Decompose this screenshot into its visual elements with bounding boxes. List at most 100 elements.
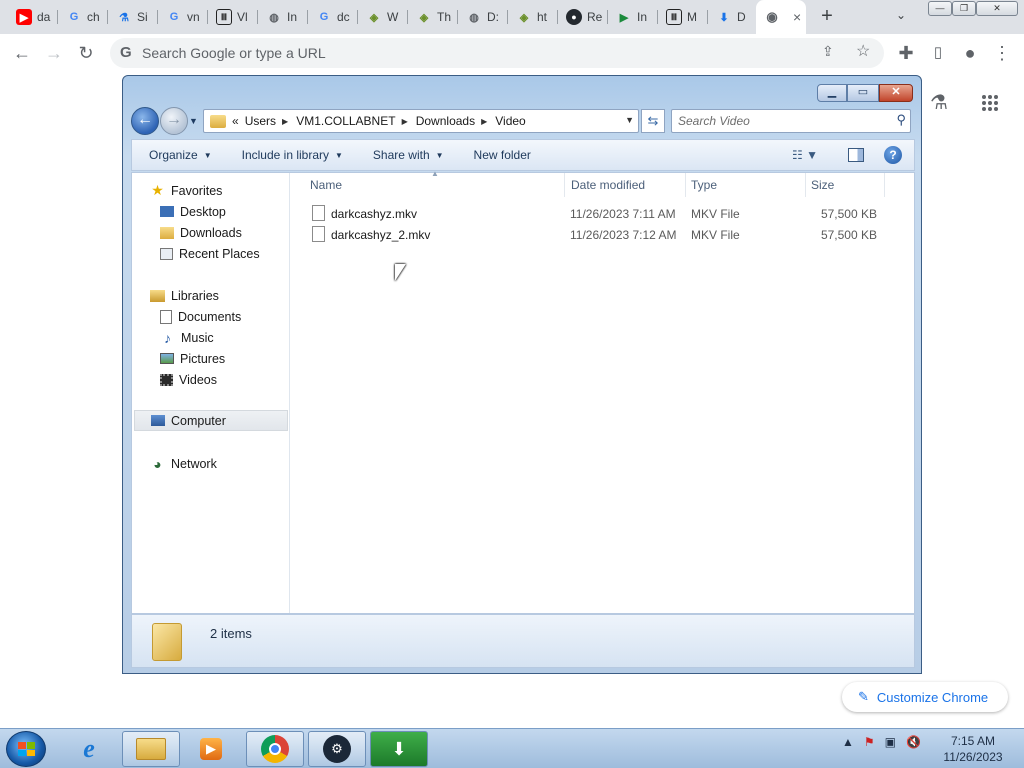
explorer-back-button[interactable]: ← — [131, 107, 159, 135]
organize-button[interactable]: Organize ▼ — [149, 148, 212, 162]
close-tab-icon[interactable]: × — [793, 9, 801, 25]
nav-videos[interactable]: Videos — [160, 369, 217, 390]
menu-kebab-icon[interactable]: ⋮ — [990, 41, 1014, 65]
column-type-header[interactable]: Type — [691, 178, 717, 192]
explorer-forward-button[interactable]: → — [160, 107, 188, 135]
labs-flask-icon[interactable]: ⚗ — [930, 90, 948, 115]
breadcrumb-vm1[interactable]: VM1.COLLABNET — [296, 114, 395, 128]
network-status-icon[interactable]: ▣ — [885, 735, 896, 749]
explorer-maximize-button[interactable]: ▭ — [847, 84, 879, 102]
file-row[interactable]: darkcashyz.mkv 11/26/2023 7:11 AM MKV Fi… — [292, 203, 914, 224]
tab-label: D — [737, 10, 746, 24]
breadcrumb-users[interactable]: Users — [245, 114, 276, 128]
nav-music[interactable]: ♪ Music — [160, 327, 214, 348]
tab-google[interactable]: G ch — [58, 4, 108, 30]
start-button[interactable] — [6, 731, 46, 767]
breadcrumb-arrow-icon[interactable]: ▶ — [282, 117, 288, 126]
show-hidden-icons-icon[interactable]: ▲ — [842, 735, 854, 749]
tab-google[interactable]: G vn — [158, 4, 208, 30]
omnibox[interactable]: G ⇪ ☆ — [110, 38, 884, 68]
preview-pane-icon[interactable] — [848, 148, 864, 162]
extensions-puzzle-icon[interactable]: ✚ — [894, 41, 918, 65]
tab-google[interactable]: G dc — [308, 4, 358, 30]
explorer-minimize-button[interactable]: ▁ — [817, 84, 847, 102]
star-icon: ★ — [151, 182, 164, 198]
restore-button[interactable]: ❐ — [952, 1, 976, 16]
nav-favorites[interactable]: ★ Favorites — [150, 180, 222, 201]
nav-label: Documents — [178, 309, 242, 324]
tab-media[interactable]: ▶ In — [608, 4, 658, 30]
tab-youtube[interactable]: ▶ da — [8, 4, 58, 30]
nav-computer[interactable]: Computer — [134, 410, 288, 431]
tab-search-button[interactable]: ⌄ — [896, 8, 906, 22]
tab-archive[interactable]: Ⅲ M — [658, 4, 708, 30]
breadcrumb-arrow-icon[interactable]: ▶ — [402, 117, 408, 126]
tab-github[interactable]: ● Re — [558, 4, 608, 30]
side-panel-icon[interactable]: ▯ — [926, 41, 950, 65]
tab-archive[interactable]: Ⅲ Vl — [208, 4, 258, 30]
explorer-close-button[interactable]: ✕ — [879, 84, 913, 102]
steam-icon[interactable]: ⚙ — [308, 731, 366, 767]
apps-grid-icon[interactable] — [982, 95, 998, 111]
action-center-flag-icon[interactable]: ⚑ — [864, 735, 875, 749]
minimize-button[interactable]: — — [928, 1, 952, 16]
close-window-button[interactable]: ✕ — [976, 1, 1018, 16]
nav-recent-places[interactable]: Recent Places — [160, 243, 260, 264]
nav-libraries[interactable]: Libraries — [150, 285, 219, 306]
music-note-icon: ♪ — [164, 329, 171, 346]
play-icon: ▶ — [619, 11, 629, 24]
tab-downloads[interactable]: ⬇ D — [708, 4, 758, 30]
tab-web[interactable]: ◈ Th — [408, 4, 458, 30]
file-row[interactable]: darkcashyz_2.mkv 11/26/2023 7:12 AM MKV … — [292, 224, 914, 245]
share-icon[interactable]: ⇪ — [822, 43, 834, 60]
new-folder-button[interactable]: New folder — [474, 148, 531, 162]
nav-desktop[interactable]: Desktop — [160, 201, 226, 222]
column-name-header[interactable]: Name — [310, 178, 342, 192]
breadcrumb-arrow-icon[interactable]: ▶ — [481, 117, 487, 126]
reload-icon[interactable]: ↻ — [74, 41, 98, 65]
nav-network[interactable]: ◕ Network — [150, 453, 217, 474]
search-input[interactable] — [678, 113, 878, 129]
search-box[interactable]: ⚲ — [671, 109, 911, 133]
clock[interactable]: 7:15 AM 11/26/2023 — [938, 733, 1008, 765]
back-arrow-icon[interactable]: ← — [10, 41, 34, 65]
column-size-header[interactable]: Size — [811, 178, 834, 192]
chrome-icon[interactable] — [246, 731, 304, 767]
include-in-library-button[interactable]: Include in library ▼ — [242, 148, 343, 162]
recent-pages-dropdown-icon[interactable]: ▼ — [189, 116, 198, 126]
download-manager-icon[interactable]: ⬇ — [370, 731, 428, 767]
customize-chrome-button[interactable]: ✎ Customize Chrome — [842, 682, 1008, 712]
media-player-icon[interactable]: ▶ — [182, 731, 240, 767]
tab-label: In — [287, 10, 298, 24]
share-with-button[interactable]: Share with ▼ — [373, 148, 444, 162]
new-tab-button[interactable]: + — [816, 5, 838, 27]
profile-avatar-icon[interactable]: ● — [958, 41, 982, 65]
forward-arrow-icon[interactable]: → — [42, 41, 66, 65]
tab-web[interactable]: ◍ In — [258, 4, 308, 30]
tab-web[interactable]: ◈ ht — [508, 4, 558, 30]
internet-explorer-icon[interactable]: e — [60, 731, 118, 767]
address-dropdown-icon[interactable]: ▼ — [625, 115, 634, 125]
tab-web[interactable]: ◍ D: — [458, 4, 508, 30]
address-bar[interactable]: « Users ▶ VM1.COLLABNET ▶ Downloads ▶ Vi… — [203, 109, 639, 133]
refresh-icon[interactable]: ⇆ — [641, 109, 665, 133]
file-explorer-icon[interactable] — [122, 731, 180, 767]
breadcrumb-video[interactable]: Video — [495, 114, 525, 128]
search-icon[interactable]: ⚲ — [896, 112, 906, 128]
tab-active[interactable]: ◉ × — [756, 0, 806, 34]
nav-downloads[interactable]: Downloads — [160, 222, 242, 243]
nav-pictures[interactable]: Pictures — [160, 348, 225, 369]
breadcrumb-overflow[interactable]: « — [232, 114, 239, 128]
volume-muted-icon[interactable]: 🔇 — [906, 735, 921, 749]
column-date-header[interactable]: Date modified — [571, 178, 645, 192]
tab-labs[interactable]: ⚗ Si — [108, 4, 158, 30]
help-icon[interactable]: ? — [884, 146, 902, 164]
address-input[interactable] — [142, 43, 802, 63]
nav-documents[interactable]: Documents — [160, 306, 241, 327]
breadcrumb-downloads[interactable]: Downloads — [416, 114, 475, 128]
bookmark-star-icon[interactable]: ☆ — [856, 41, 870, 61]
tab-web[interactable]: ◈ W — [358, 4, 408, 30]
file-size: 57,500 KB — [820, 207, 877, 221]
tab-strip: ▶ da G ch ⚗ Si G vn Ⅲ Vl ◍ In G dc ◈ W ◈… — [0, 0, 1024, 34]
change-view-icon[interactable]: ☷ ▼ — [792, 148, 818, 162]
